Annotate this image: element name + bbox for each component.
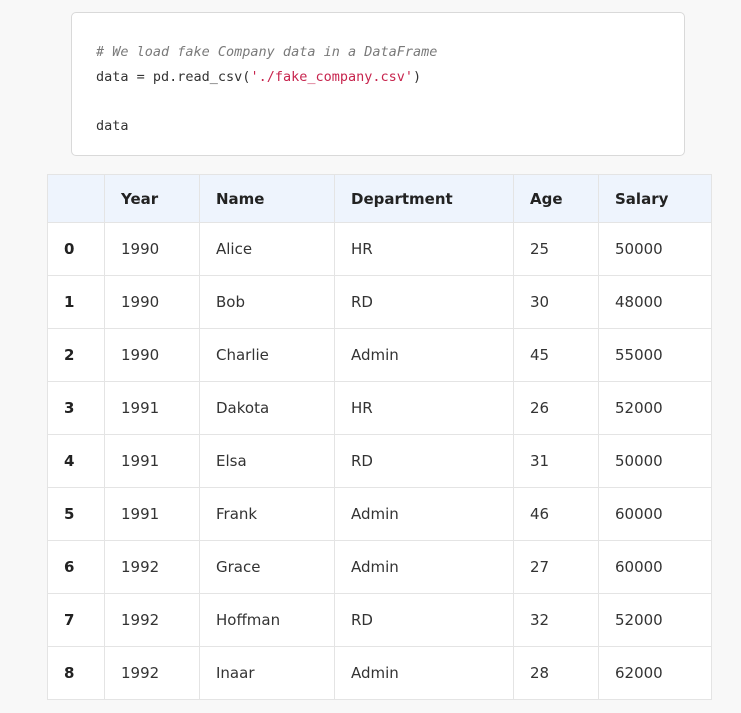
cell-salary: 60000 — [598, 487, 712, 541]
table-row: 8 1992 Inaar Admin 28 62000 — [47, 646, 712, 700]
cell-salary: 62000 — [598, 646, 712, 700]
column-header-department: Department — [334, 174, 514, 223]
row-index: 3 — [47, 381, 105, 435]
cell-name: Frank — [199, 487, 335, 541]
cell-department: RD — [334, 275, 514, 329]
cell-age: 25 — [513, 222, 599, 276]
cell-department: RD — [334, 593, 514, 647]
code-comment: # We load fake Company data in a DataFra… — [96, 44, 438, 60]
cell-year: 1992 — [104, 646, 200, 700]
cell-year: 1990 — [104, 222, 200, 276]
cell-year: 1991 — [104, 434, 200, 488]
cell-age: 32 — [513, 593, 599, 647]
cell-salary: 55000 — [598, 328, 712, 382]
cell-year: 1991 — [104, 381, 200, 435]
code-closing-paren: ) — [413, 68, 422, 85]
row-index: 2 — [47, 328, 105, 382]
row-index: 4 — [47, 434, 105, 488]
row-index: 8 — [47, 646, 105, 700]
cell-year: 1992 — [104, 593, 200, 647]
cell-salary: 50000 — [598, 434, 712, 488]
table-row: 5 1991 Frank Admin 46 60000 — [47, 487, 712, 541]
code-line-data: data — [96, 117, 129, 134]
cell-name: Elsa — [199, 434, 335, 488]
cell-name: Bob — [199, 275, 335, 329]
cell-name: Charlie — [199, 328, 335, 382]
cell-department: Admin — [334, 540, 514, 594]
code-read-csv-call: data = pd.read_csv( — [96, 68, 251, 85]
table-row: 6 1992 Grace Admin 27 60000 — [47, 540, 712, 594]
row-index: 5 — [47, 487, 105, 541]
cell-age: 26 — [513, 381, 599, 435]
code-line-read-csv: data = pd.read_csv('./fake_company.csv') — [96, 65, 684, 90]
table-body: 0 1990 Alice HR 25 50000 1 1990 Bob RD 30 48000 2 199… — [47, 222, 712, 700]
cell-name: Dakota — [199, 381, 335, 435]
table-row: 3 1991 Dakota HR 26 52000 — [47, 381, 712, 435]
cell-name: Alice — [199, 222, 335, 276]
cell-name: Inaar — [199, 646, 335, 700]
cell-age: 28 — [513, 646, 599, 700]
cell-name: Grace — [199, 540, 335, 594]
cell-department: HR — [334, 381, 514, 435]
cell-age: 31 — [513, 434, 599, 488]
table-header-row: Year Name Department Age Salary — [47, 174, 712, 223]
cell-department: Admin — [334, 328, 514, 382]
column-header-salary: Salary — [598, 174, 712, 223]
cell-department: HR — [334, 222, 514, 276]
cell-year: 1991 — [104, 487, 200, 541]
cell-age: 27 — [513, 540, 599, 594]
table-row: 7 1992 Hoffman RD 32 52000 — [47, 593, 712, 647]
cell-name: Hoffman — [199, 593, 335, 647]
table-row: 2 1990 Charlie Admin 45 55000 — [47, 328, 712, 382]
column-header-age: Age — [513, 174, 599, 223]
cell-age: 45 — [513, 328, 599, 382]
row-index: 7 — [47, 593, 105, 647]
row-index: 6 — [47, 540, 105, 594]
column-header-name: Name — [199, 174, 335, 223]
cell-year: 1992 — [104, 540, 200, 594]
code-string-literal: './fake_company.csv' — [250, 68, 413, 85]
cell-year: 1990 — [104, 275, 200, 329]
column-header-year: Year — [104, 174, 200, 223]
dataframe-table: Year Name Department Age Salary 0 1990 Ali… — [47, 174, 712, 700]
index-header — [47, 174, 105, 223]
code-cell[interactable]: # We load fake Company data in a DataFra… — [71, 12, 685, 156]
row-index: 0 — [47, 222, 105, 276]
cell-salary: 52000 — [598, 593, 712, 647]
cell-age: 46 — [513, 487, 599, 541]
cell-department: Admin — [334, 646, 514, 700]
cell-salary: 52000 — [598, 381, 712, 435]
cell-age: 30 — [513, 275, 599, 329]
cell-salary: 48000 — [598, 275, 712, 329]
table-row: 0 1990 Alice HR 25 50000 — [47, 222, 712, 276]
table-row: 1 1990 Bob RD 30 48000 — [47, 275, 712, 329]
cell-salary: 60000 — [598, 540, 712, 594]
cell-department: RD — [334, 434, 514, 488]
cell-department: Admin — [334, 487, 514, 541]
row-index: 1 — [47, 275, 105, 329]
cell-year: 1990 — [104, 328, 200, 382]
table-row: 4 1991 Elsa RD 31 50000 — [47, 434, 712, 488]
cell-salary: 50000 — [598, 222, 712, 276]
